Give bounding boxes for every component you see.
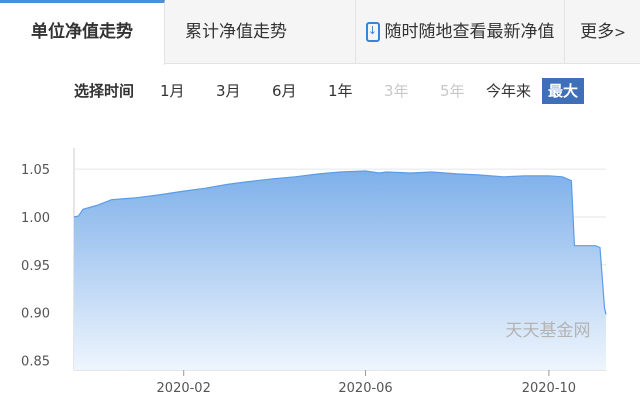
period-selector-label: 选择时间 <box>74 82 135 100</box>
tab-unit-nav[interactable]: 单位净值走势 <box>0 0 165 65</box>
watermark: 天天基金网 <box>506 321 591 341</box>
period-ytd[interactable]: 今年来 <box>486 78 531 104</box>
realtime-nav-label: 随时随地查看最新净值 <box>384 22 555 42</box>
y-tick-label: 0.85 <box>21 354 50 369</box>
x-tick-label: 2020-10 <box>522 381 576 396</box>
tab-bar: 单位净值走势 累计净值走势 随时随地查看最新净值 更多> <box>0 0 640 65</box>
period-3y: 3年 <box>384 82 409 100</box>
y-tick-label: 0.95 <box>21 259 50 274</box>
more-link[interactable]: 更多> <box>566 0 640 64</box>
period-3m[interactable]: 3月 <box>216 78 241 104</box>
nav-chart: 0.850.900.951.001.05 2020-02 2020-06 2020-… <box>21 148 607 396</box>
period-6m[interactable]: 6月 <box>272 78 297 104</box>
period-1y[interactable]: 1年 <box>328 78 353 104</box>
x-axis: 2020-02 2020-06 2020-10 <box>157 370 576 396</box>
x-tick-label: 2020-02 <box>157 381 211 396</box>
phone-download-icon <box>365 22 380 42</box>
period-max[interactable]: 最大 <box>542 78 585 104</box>
y-tick-label: 1.00 <box>21 211 50 226</box>
period-5y: 5年 <box>440 82 465 100</box>
y-tick-label: 0.90 <box>21 307 50 322</box>
y-axis: 0.85 0.90 0.95 1.00 1.05 <box>21 163 50 369</box>
more-label: 更多 <box>580 22 615 42</box>
x-tick-label: 2020-06 <box>338 381 392 396</box>
y-tick-label: 1.05 <box>21 163 50 178</box>
period-selector: 选择时间 1月 3月 6月 1年 3年 5年 今年来 最大 <box>0 74 640 106</box>
chevron-right-icon: > <box>614 25 626 41</box>
realtime-nav-link[interactable]: 随时随地查看最新净值 <box>355 0 565 64</box>
period-1m[interactable]: 1月 <box>160 78 185 104</box>
tab-cumulative-nav[interactable]: 累计净值走势 <box>166 0 306 64</box>
